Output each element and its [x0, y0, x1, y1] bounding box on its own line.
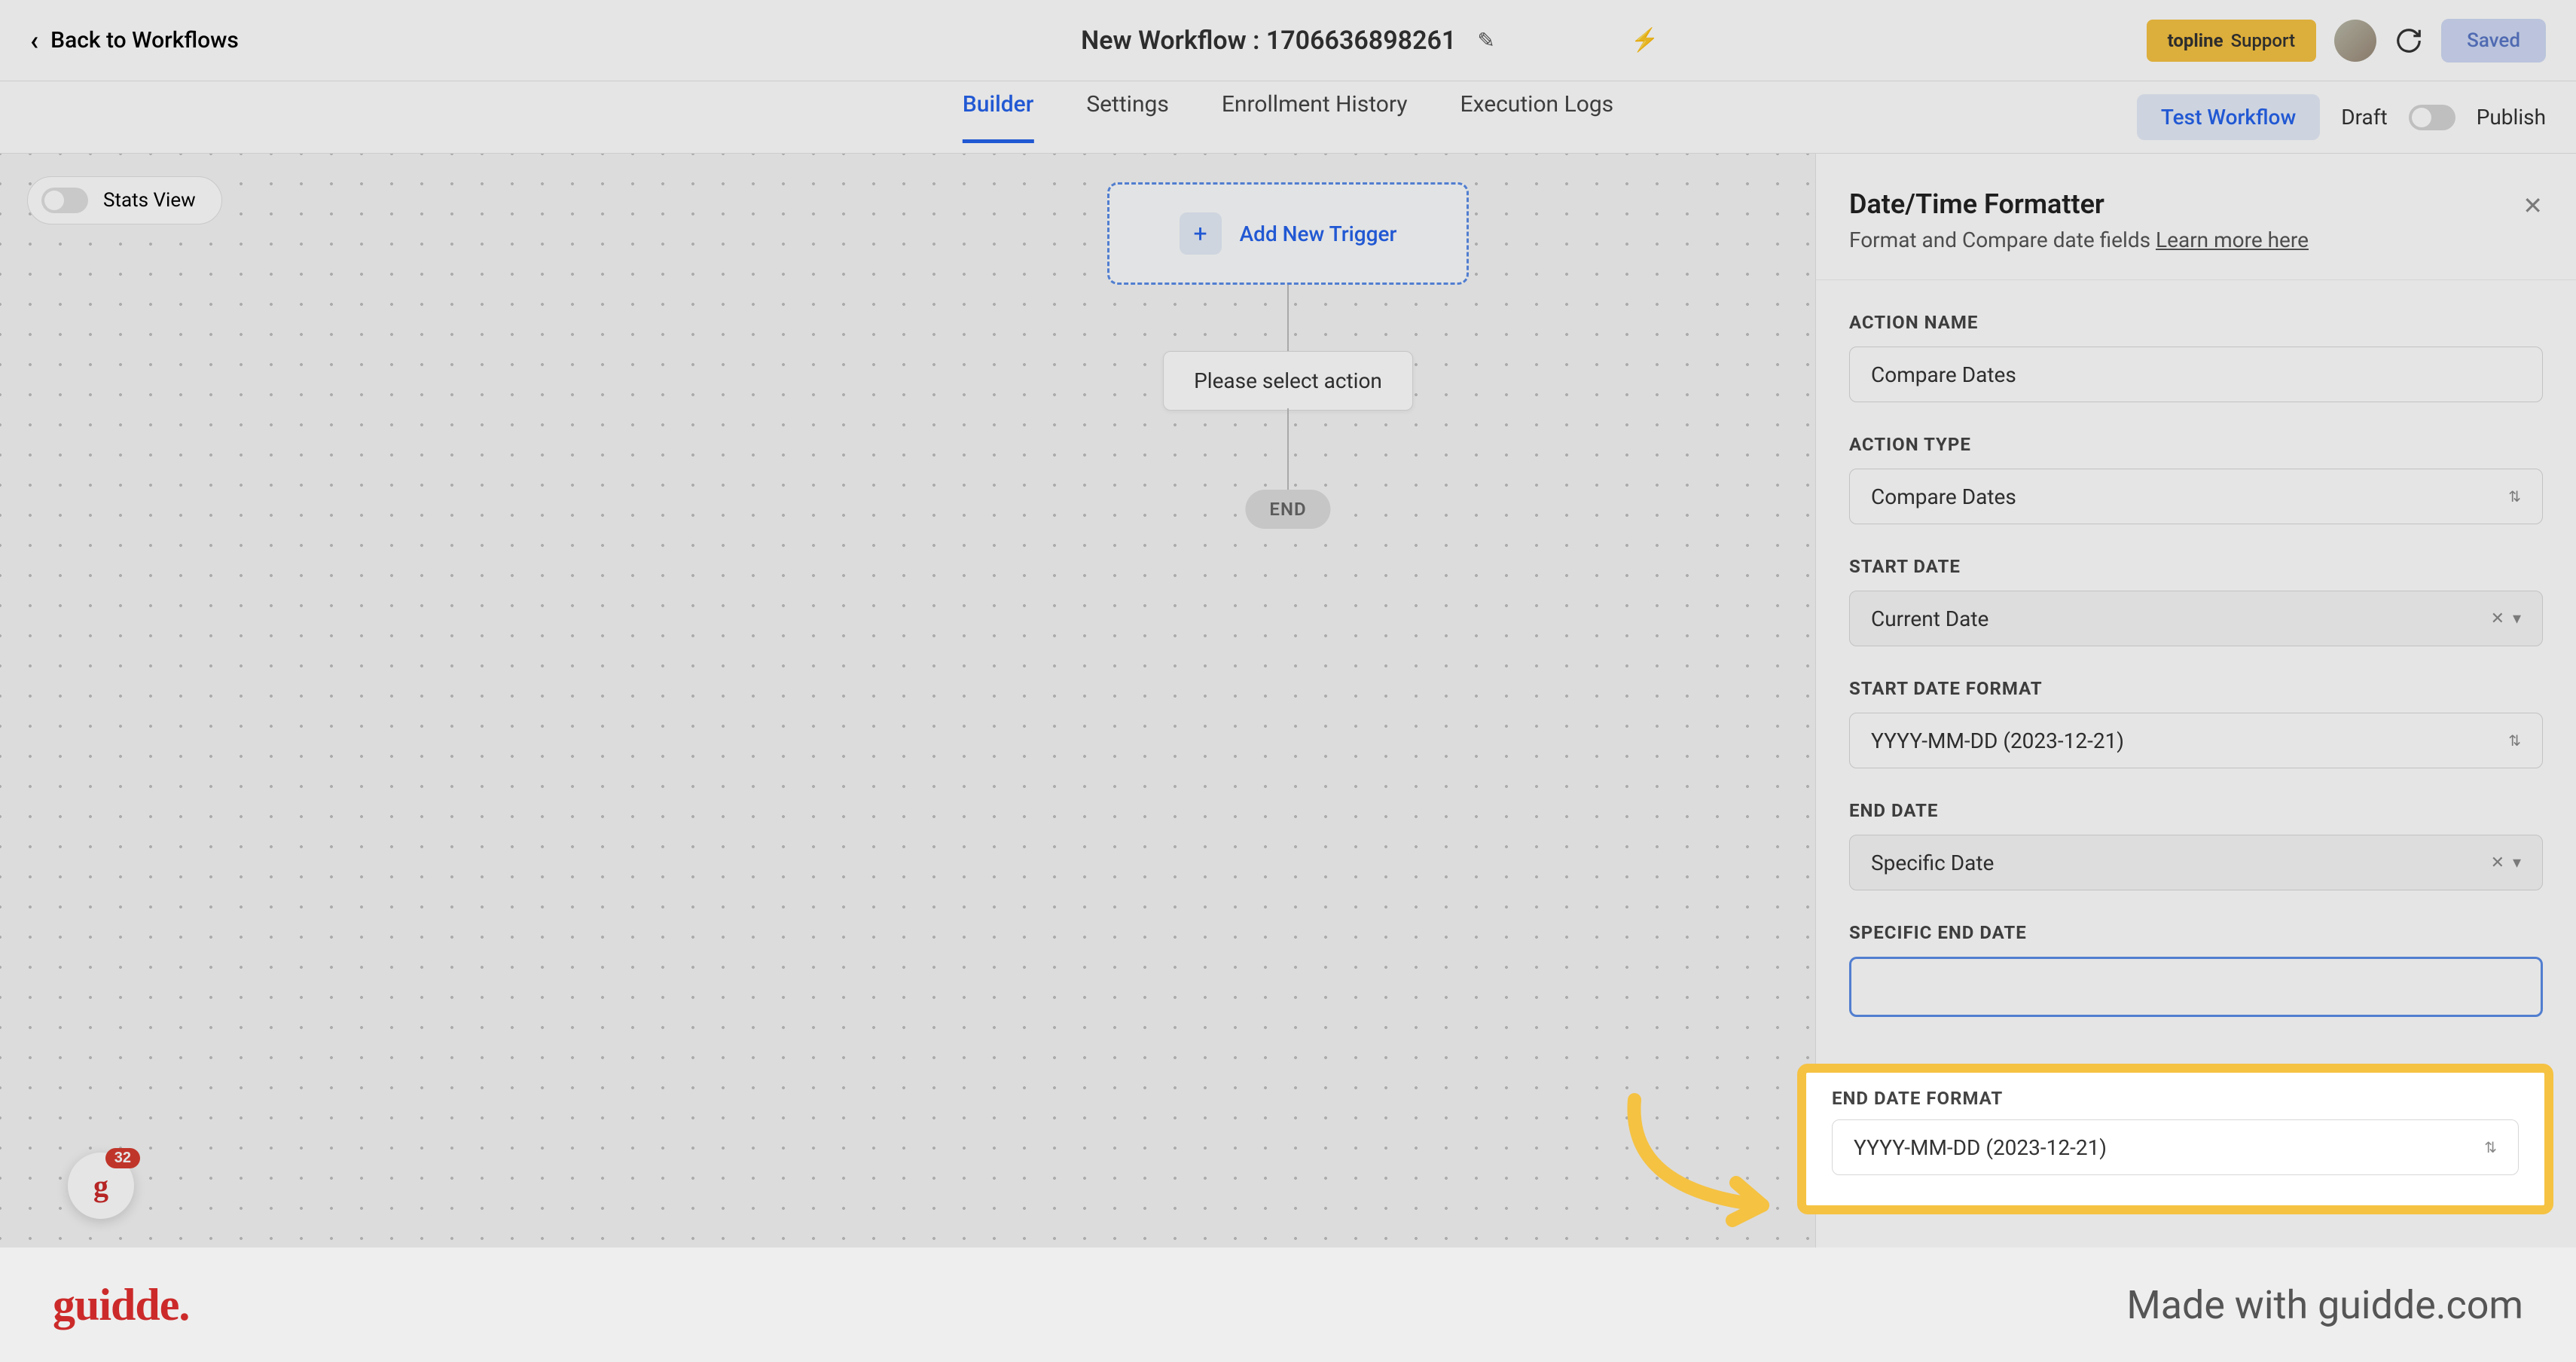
action-name-input[interactable]: [1849, 347, 2543, 402]
connector-line: [1287, 285, 1289, 351]
arrow-icon: [1612, 1085, 1793, 1235]
start-date-format-select[interactable]: YYYY-MM-DD (2023-12-21) ⇅: [1849, 713, 2543, 768]
chevron-updown-icon: ⇅: [2508, 493, 2521, 500]
panel-divider: [1816, 279, 2576, 280]
learn-more-link[interactable]: Learn more here: [2156, 228, 2309, 252]
support-label: Support: [2231, 30, 2296, 51]
plus-icon: +: [1180, 212, 1222, 255]
panel-subtitle: Format and Compare date fields Learn mor…: [1849, 228, 2543, 252]
back-button[interactable]: ‹ Back to Workflows: [30, 25, 239, 56]
helper-badge: 32: [105, 1148, 140, 1168]
sub-bar-right: Test Workflow Draft Publish: [2137, 94, 2576, 140]
start-date-label: START DATE: [1849, 556, 2543, 577]
end-node: END: [1245, 490, 1330, 529]
highlight-box: END DATE FORMAT YYYY-MM-DD (2023-12-21) …: [1797, 1064, 2553, 1214]
end-date-format-label: END DATE FORMAT: [1832, 1088, 2519, 1109]
specific-end-date-label: SPECIFIC END DATE: [1849, 922, 2543, 943]
stats-view-pill: Stats View: [27, 176, 222, 224]
guidde-logo: guidde.: [53, 1279, 189, 1331]
action-name-label: ACTION NAME: [1849, 312, 2543, 333]
select-action-node[interactable]: Please select action: [1163, 351, 1413, 411]
back-label: Back to Workflows: [50, 27, 239, 53]
close-icon[interactable]: ✕: [2523, 191, 2543, 220]
refresh-icon[interactable]: [2394, 26, 2423, 55]
support-button[interactable]: topline Support: [2147, 20, 2317, 62]
top-right-controls: topline Support Saved: [2147, 19, 2546, 63]
select-icons: ✕ ▾: [2491, 854, 2521, 872]
select-icons: ✕ ▾: [2491, 609, 2521, 628]
start-date-format-label: START DATE FORMAT: [1849, 678, 2543, 699]
saved-button: Saved: [2441, 19, 2546, 63]
test-workflow-button[interactable]: Test Workflow: [2137, 94, 2320, 140]
tab-builder[interactable]: Builder: [963, 91, 1034, 143]
start-date-select[interactable]: Current Date ✕ ▾: [1849, 591, 2543, 646]
top-bar: ‹ Back to Workflows New Workflow : 17066…: [0, 0, 2576, 81]
workflow-title-wrap: New Workflow : 1706636898261 ✎: [1081, 26, 1495, 56]
footer: guidde. Made with guidde.com: [0, 1247, 2576, 1362]
avatar[interactable]: [2334, 20, 2376, 62]
end-date-label: END DATE: [1849, 800, 2543, 821]
tab-enrollment[interactable]: Enrollment History: [1222, 91, 1408, 143]
action-type-label: ACTION TYPE: [1849, 434, 2543, 455]
specific-end-date-input[interactable]: [1849, 957, 2543, 1017]
end-date-select[interactable]: Specific Date ✕ ▾: [1849, 835, 2543, 890]
stats-view-toggle[interactable]: [41, 188, 88, 213]
publish-toggle[interactable]: [2409, 105, 2455, 130]
chevron-updown-icon: ⇅: [2484, 1144, 2497, 1151]
tabs: Builder Settings Enrollment History Exec…: [963, 91, 1613, 143]
tab-execution[interactable]: Execution Logs: [1460, 91, 1614, 143]
action-type-select[interactable]: Compare Dates ⇅: [1849, 469, 2543, 524]
support-prefix: topline: [2168, 30, 2223, 51]
add-trigger-box[interactable]: + Add New Trigger: [1107, 182, 1469, 285]
helper-bubble[interactable]: g 32: [68, 1153, 134, 1219]
add-trigger-label: Add New Trigger: [1240, 221, 1397, 246]
chevron-left-icon: ‹: [30, 25, 38, 56]
draft-label: Draft: [2341, 105, 2387, 130]
stats-view-label: Stats View: [103, 189, 196, 212]
workflow-title: New Workflow : 1706636898261: [1081, 26, 1456, 56]
publish-label: Publish: [2477, 105, 2546, 130]
connector-line: [1287, 408, 1289, 490]
end-date-format-select[interactable]: YYYY-MM-DD (2023-12-21) ⇅: [1832, 1119, 2519, 1175]
tab-settings[interactable]: Settings: [1086, 91, 1169, 143]
panel-title: Date/Time Formatter: [1849, 188, 2543, 220]
made-with-label: Made with guidde.com: [2126, 1282, 2523, 1328]
bolt-icon: ⚡: [1631, 27, 1659, 53]
chevron-updown-icon: ⇅: [2508, 737, 2521, 744]
pencil-icon[interactable]: ✎: [1477, 28, 1494, 53]
sub-bar: Builder Settings Enrollment History Exec…: [0, 81, 2576, 154]
